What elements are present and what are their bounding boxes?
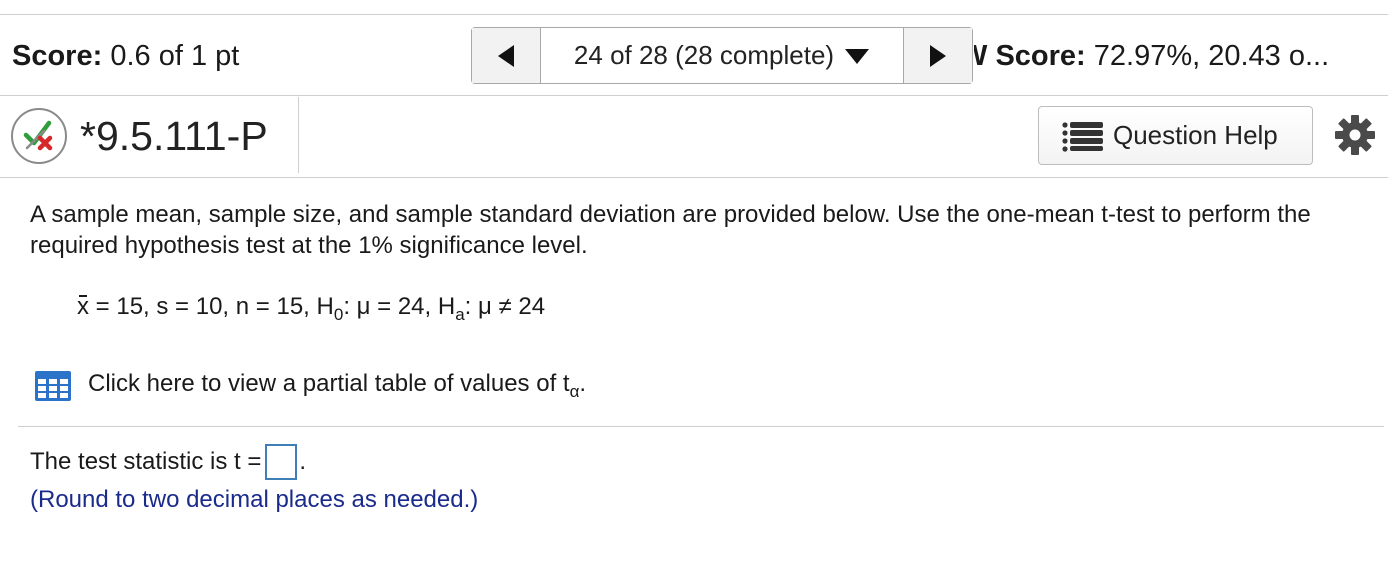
homework-score-prefix: W <box>974 40 987 72</box>
question-position-text: 24 of 28 (28 complete) <box>573 40 835 70</box>
problem-statement: A sample mean, sample size, and sample s… <box>30 201 1311 259</box>
table-icon[interactable] <box>34 370 72 402</box>
question-help-label: Question Help <box>1113 120 1278 150</box>
header-divider <box>0 95 1388 96</box>
question-page: Score: 0.6 of 1 pt 24 of 28 (28 complete… <box>0 0 1388 572</box>
next-question-button[interactable] <box>903 28 972 83</box>
question-header-divider <box>0 177 1388 178</box>
test-statistic-input[interactable] <box>265 444 298 480</box>
homework-score-value: 72.97%, 20.43 o... <box>1093 40 1330 72</box>
question-id-divider <box>298 97 299 173</box>
answer-prompt: The test statistic is t = <box>30 448 262 475</box>
triangle-left-icon <box>498 44 514 67</box>
question-position-dropdown[interactable]: 24 of 28 (28 complete) <box>541 28 903 83</box>
score-value: 0.6 of 1 pt <box>110 40 240 72</box>
partial-credit-icon <box>11 108 67 164</box>
triangle-down-icon <box>845 48 870 64</box>
given-values: x = 15, s = 10, n = 15, H0: μ = 24, Ha: … <box>77 292 545 330</box>
list-icon <box>1062 121 1103 152</box>
rounding-hint: (Round to two decimal places as needed.) <box>30 486 479 513</box>
gear-icon[interactable] <box>1334 114 1376 156</box>
question-score: Score: 0.6 of 1 pt <box>12 38 239 74</box>
previous-question-button[interactable] <box>472 28 541 83</box>
answer-line: The test statistic is t = . <box>30 442 306 482</box>
question-id: *9.5.111-P <box>80 113 268 159</box>
given-values-part3: : μ ≠ 24 <box>464 293 546 320</box>
null-hypothesis-subscript: 0 <box>333 305 344 324</box>
question-help-button[interactable]: Question Help <box>1038 106 1313 165</box>
alternative-hypothesis-subscript: a <box>455 305 465 324</box>
question-navigator: 24 of 28 (28 complete) <box>471 27 973 84</box>
t-table-link[interactable]: Click here to view a partial table of va… <box>88 368 586 408</box>
given-values-part1: = 15, s = 10, n = 15, H <box>95 293 334 320</box>
homework-score-label: Score: <box>995 40 1086 72</box>
score-label: Score: <box>12 40 103 72</box>
partial-credit-glyph <box>23 120 53 151</box>
homework-score: W Score: 72.97%, 20.43 o... <box>974 38 1388 74</box>
answer-divider <box>18 426 1384 427</box>
t-table-link-suffix: . <box>579 370 587 397</box>
sample-mean-symbol: x <box>77 293 89 320</box>
t-table-link-subscript: α <box>569 382 580 401</box>
t-table-link-text: Click here to view a partial table of va… <box>88 370 570 397</box>
triangle-right-icon <box>930 44 946 67</box>
answer-suffix: . <box>299 448 307 475</box>
top-divider <box>0 14 1388 15</box>
given-values-part2: : μ = 24, H <box>343 293 456 320</box>
